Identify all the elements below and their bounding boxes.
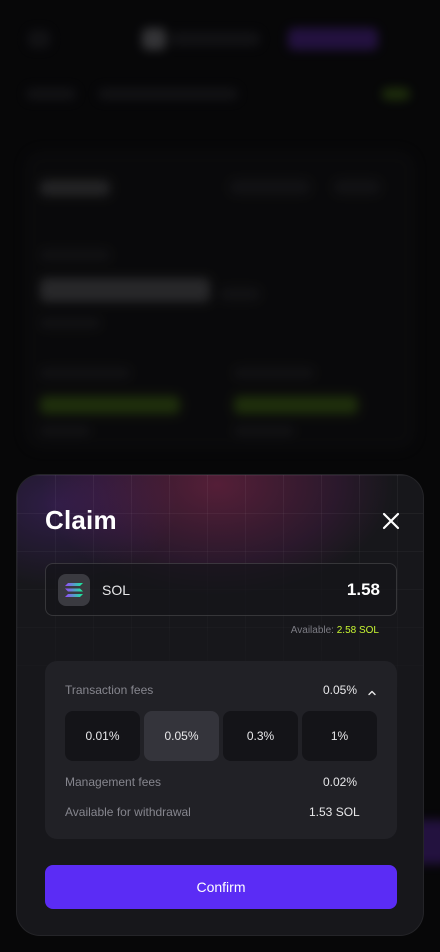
transaction-fees-value[interactable]: 0.05% xyxy=(323,683,357,697)
fee-options: 0.01% 0.05% 0.3% 1% xyxy=(65,711,377,761)
claim-modal: Claim SOL 1.58 Available: 2.58 SOL Trans… xyxy=(16,474,424,936)
fees-panel: Transaction fees 0.05% 0.01% 0.05% 0.3% … xyxy=(45,661,397,839)
withdrawal-value: 1.53 SOL xyxy=(309,805,360,819)
token-symbol: SOL xyxy=(102,582,131,598)
withdrawal-label: Available for withdrawal xyxy=(65,805,191,819)
transaction-fees-label: Transaction fees xyxy=(65,683,154,697)
solana-icon xyxy=(58,574,90,606)
fee-option-0-3[interactable]: 0.3% xyxy=(223,711,298,761)
amount-value[interactable]: 1.58 xyxy=(347,580,380,600)
modal-title: Claim xyxy=(45,505,117,535)
available-balance: Available: 2.58 SOL xyxy=(291,625,379,636)
fee-option-0-05[interactable]: 0.05% xyxy=(144,711,219,761)
fee-option-1[interactable]: 1% xyxy=(302,711,377,761)
amount-input[interactable]: SOL 1.58 xyxy=(45,563,397,616)
chevron-up-icon[interactable] xyxy=(367,685,377,696)
confirm-button[interactable]: Confirm xyxy=(45,865,397,909)
management-fees-value: 0.02% xyxy=(323,775,358,789)
available-label: Available: xyxy=(290,625,334,636)
available-value: 2.58 SOL xyxy=(336,625,379,636)
close-icon[interactable] xyxy=(379,509,403,533)
management-fees-label: Management fees xyxy=(65,775,162,789)
fee-option-0-01[interactable]: 0.01% xyxy=(65,711,140,761)
